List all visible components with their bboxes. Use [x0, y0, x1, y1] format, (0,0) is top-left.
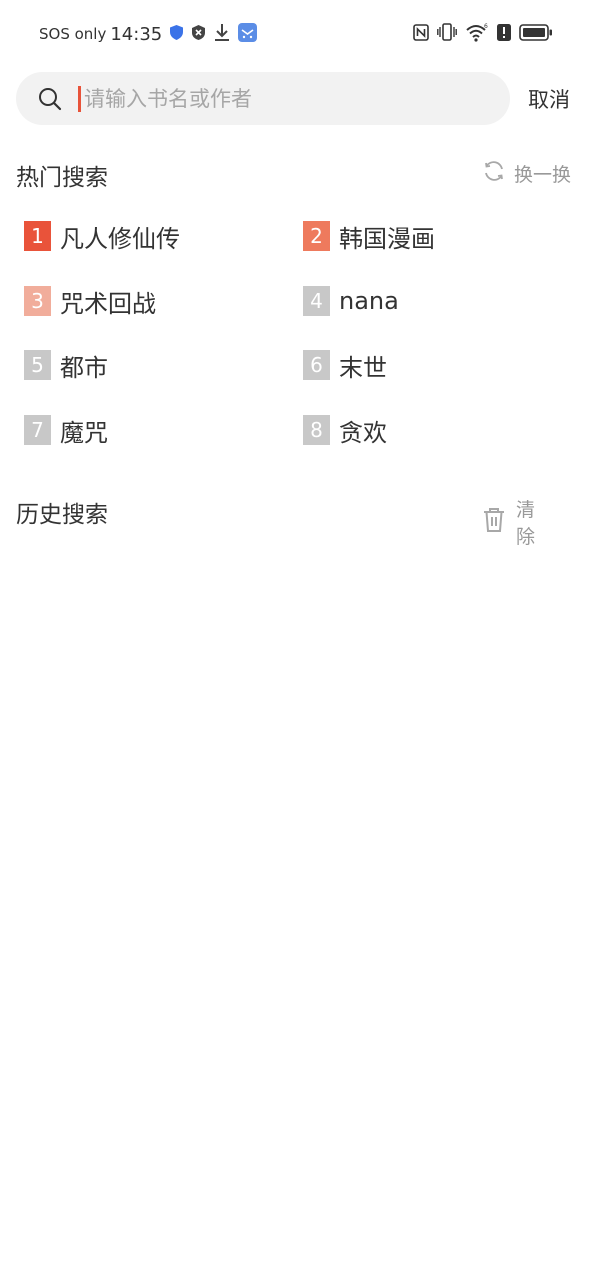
carrier-text: SOS only [39, 25, 107, 43]
search-icon [38, 87, 62, 111]
status-left: SOS only 14:35 [39, 22, 258, 46]
hot-search-title: 热门搜索 [16, 165, 108, 191]
hot-item-label: 韩国漫画 [339, 224, 435, 253]
rank-badge-2: 2 [303, 221, 330, 251]
rank-badge-1: 1 [24, 221, 51, 251]
download-icon [214, 23, 230, 45]
clear-history-button[interactable]: 清除 [482, 495, 591, 549]
history-search-title: 历史搜索 [16, 502, 108, 528]
trash-icon [482, 507, 506, 537]
alert-icon [497, 23, 511, 45]
cancel-button[interactable]: 取消 [528, 84, 570, 114]
clear-label: 清除 [516, 499, 556, 548]
hot-item-4[interactable]: 4 nana [303, 286, 399, 316]
hot-item-6[interactable]: 6 末世 [303, 350, 387, 382]
blocked-icon [191, 24, 206, 44]
rank-badge-5: 5 [24, 350, 51, 380]
hot-item-label: 都市 [60, 353, 108, 382]
rank-badge-6: 6 [303, 350, 330, 380]
rank-badge-4: 4 [303, 286, 330, 316]
battery-icon [519, 23, 553, 45]
rank-badge-8: 8 [303, 415, 330, 445]
search-page: SOS only 14:35 6 请输入书名或作者 取消 热门搜索 换一换 1 … [0, 0, 591, 1280]
clock-text: 14:35 [110, 23, 163, 45]
text-cursor [78, 86, 81, 112]
nfc-icon [413, 23, 429, 45]
rank-badge-3: 3 [24, 286, 51, 316]
status-right: 6 [413, 22, 553, 46]
vibrate-icon [437, 23, 457, 45]
shield-icon [170, 24, 184, 44]
hot-item-label: 咒术回战 [60, 289, 156, 318]
hot-item-8[interactable]: 8 贪欢 [303, 415, 387, 447]
refresh-button[interactable]: 换一换 [482, 159, 571, 187]
rank-badge-7: 7 [24, 415, 51, 445]
svg-text:6: 6 [484, 23, 488, 30]
hot-item-2[interactable]: 2 韩国漫画 [303, 221, 435, 253]
search-input[interactable] [84, 72, 484, 125]
hot-item-label: 贪欢 [339, 418, 387, 447]
hot-item-label: 凡人修仙传 [60, 224, 180, 253]
hot-item-3[interactable]: 3 咒术回战 [24, 286, 156, 318]
hot-item-label: 末世 [339, 353, 387, 382]
wifi-icon: 6 [465, 23, 489, 46]
hot-item-1[interactable]: 1 凡人修仙传 [24, 221, 180, 253]
refresh-icon [482, 159, 506, 187]
hot-item-label: 魔咒 [60, 418, 108, 447]
hot-item-label: nana [339, 287, 399, 315]
refresh-label: 换一换 [514, 163, 572, 186]
hot-item-7[interactable]: 7 魔咒 [24, 415, 108, 447]
hot-item-5[interactable]: 5 都市 [24, 350, 108, 382]
app-icon [238, 22, 258, 46]
status-bar: SOS only 14:35 6 [0, 0, 591, 66]
